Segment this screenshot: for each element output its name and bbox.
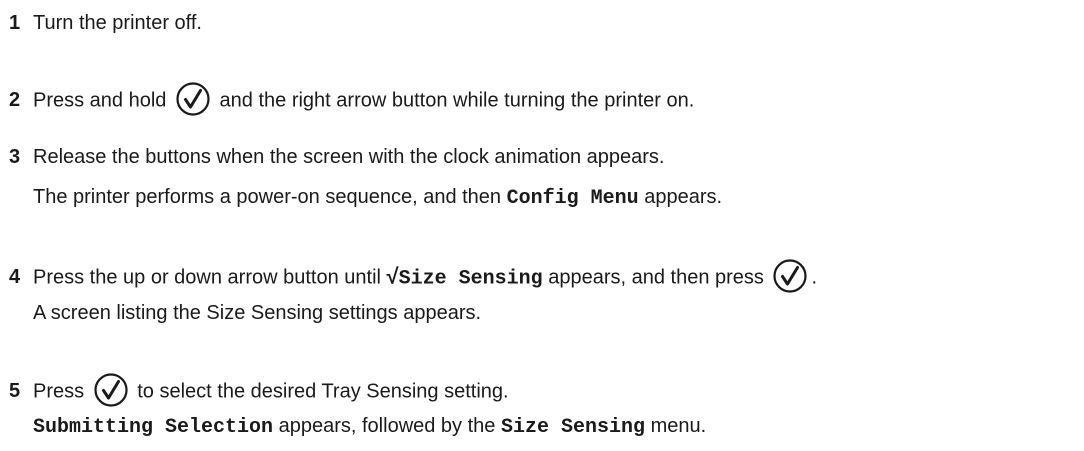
step-3: 3 Release the buttons when the screen wit… — [9, 144, 664, 170]
step-4-result: A screen listing the Size Sensing settin… — [33, 300, 481, 326]
step-1: 1 Turn the printer off. — [9, 10, 202, 36]
step-text-middle: appears, and then press — [548, 266, 764, 289]
select-check-button-icon — [773, 259, 808, 293]
step-2: 2 Press and hold and the right arrow butt… — [9, 82, 695, 118]
result-text-after: menu. — [650, 415, 707, 437]
result-text-after: appears. — [644, 186, 723, 208]
select-check-button-icon — [176, 82, 210, 116]
result-text-mid: appears, followed by the — [278, 415, 496, 437]
step-number: 3 — [9, 146, 21, 168]
step-number: 2 — [9, 89, 21, 112]
checkmark-glyph: √ — [386, 263, 399, 289]
message-code: Submitting Selection — [33, 416, 274, 439]
step-number: 1 — [9, 12, 21, 34]
menu-name-code: Size Sensing — [500, 416, 646, 439]
menu-item-code: Size Sensing — [398, 267, 543, 291]
step-text: Turn the printer off. — [33, 12, 202, 34]
step-5-result: Submitting Selection appears, followed b… — [33, 413, 706, 441]
result-text: A screen listing the Size Sensing settin… — [33, 302, 482, 324]
step-text-before: Press — [33, 380, 85, 403]
step-text-after: to select the desired Tray Sensing setti… — [137, 380, 509, 403]
step-3-result: The printer performs a power-on sequence… — [33, 184, 722, 212]
step-5: 5 Press to select the desired Tray Sensin… — [9, 373, 509, 409]
step-text-after: and the right arrow button while turning… — [219, 89, 695, 112]
select-check-button-icon — [94, 373, 128, 407]
step-text-before: Press and hold — [33, 89, 167, 112]
result-text: The printer performs a power-on sequence… — [33, 186, 502, 208]
step-text: Release the buttons when the screen with… — [33, 146, 665, 168]
step-number: 4 — [9, 266, 21, 289]
step-4: 4 Press the up or down arrow button until… — [9, 259, 818, 295]
step-text-before: Press the up or down arrow button until — [33, 266, 381, 289]
menu-name-code: Config Menu — [506, 187, 639, 210]
step-number: 5 — [9, 380, 21, 403]
step-text-end: . — [811, 266, 818, 289]
